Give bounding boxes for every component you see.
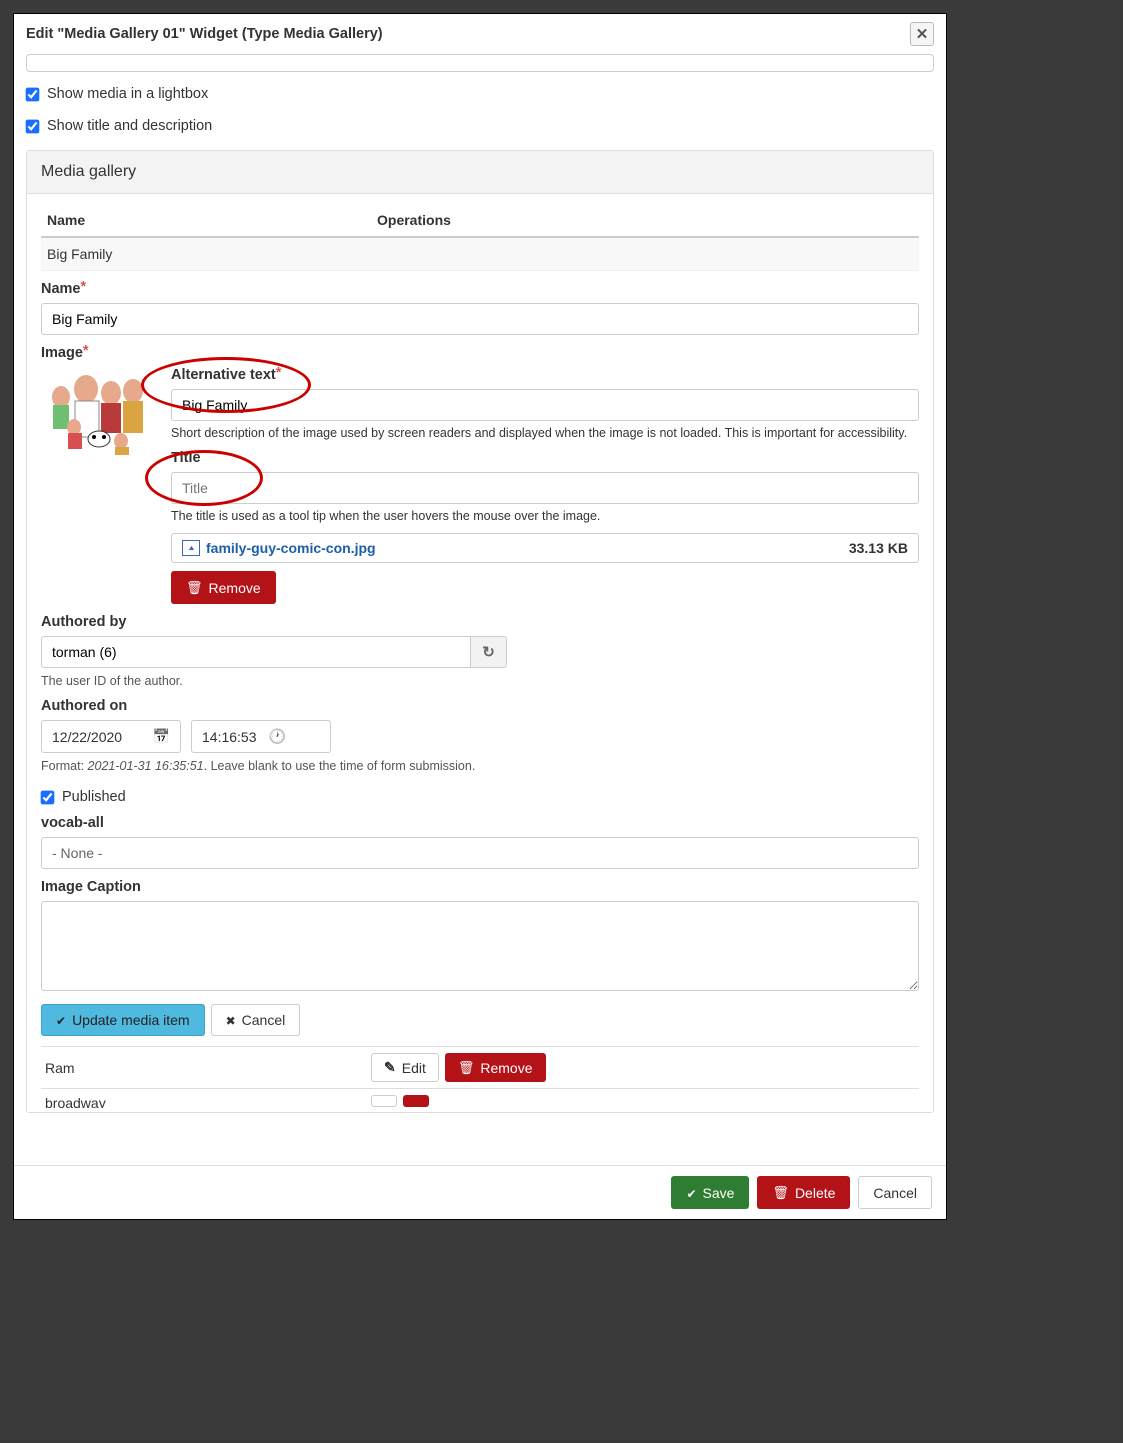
- name-input[interactable]: [41, 303, 919, 335]
- authoredby-label: Authored by: [41, 614, 919, 630]
- remove-button[interactable]: [403, 1095, 429, 1107]
- col-name: Name: [41, 204, 371, 236]
- image-row: Alternative text* Short description of t…: [41, 367, 919, 604]
- authoredon-label: Authored on: [41, 698, 919, 714]
- save-button[interactable]: Save: [671, 1176, 749, 1209]
- caption-textarea[interactable]: [41, 901, 919, 991]
- panel-body: Name Operations Big Family Name* Image*: [27, 194, 933, 1112]
- close-button[interactable]: ✕: [910, 22, 934, 46]
- required-icon: *: [276, 365, 282, 381]
- remove-file-button[interactable]: Remove: [171, 571, 276, 604]
- item-name: broadway: [41, 1095, 371, 1108]
- published-label: Published: [62, 789, 126, 805]
- authoredby-input[interactable]: [41, 636, 471, 668]
- titledesc-label: Show title and description: [47, 118, 212, 134]
- remove-button[interactable]: Remove: [445, 1053, 546, 1082]
- titledesc-checkbox[interactable]: [26, 119, 40, 133]
- modal-dialog: Edit "Media Gallery 01" Widget (Type Med…: [13, 13, 947, 1220]
- edit-button[interactable]: [371, 1095, 397, 1107]
- delete-button[interactable]: Delete: [757, 1176, 850, 1209]
- required-icon: *: [81, 279, 87, 295]
- authoredby-row: [41, 636, 919, 668]
- published-checkbox[interactable]: [41, 790, 55, 804]
- lightbox-label: Show media in a lightbox: [47, 86, 208, 102]
- file-size: 33.13 KB: [849, 540, 908, 556]
- vocab-label: vocab-all: [41, 815, 919, 831]
- refresh-icon: [482, 643, 495, 661]
- panel-title: Media gallery: [27, 151, 933, 194]
- option-titledesc: Show title and description: [26, 118, 934, 134]
- check-icon: [686, 1185, 696, 1201]
- image-fields: Alternative text* Short description of t…: [171, 367, 919, 604]
- cancel-button[interactable]: Cancel: [858, 1176, 932, 1209]
- calendar-icon: [153, 728, 170, 745]
- image-label: Image*: [41, 345, 919, 361]
- required-icon: *: [83, 343, 89, 359]
- list-item: Ram Edit Remove: [41, 1046, 919, 1088]
- option-lightbox: Show media in a lightbox: [26, 86, 934, 102]
- modal-footer: Save Delete Cancel: [14, 1165, 946, 1219]
- list-item: broadway: [41, 1088, 919, 1108]
- truncated-field: [26, 54, 934, 72]
- modal-header: Edit "Media Gallery 01" Widget (Type Med…: [14, 14, 946, 54]
- refresh-button[interactable]: [471, 636, 507, 668]
- row-name: Big Family: [41, 238, 371, 270]
- table-row: Big Family: [41, 238, 919, 271]
- clock-icon: [269, 728, 286, 745]
- authoredby-help: The user ID of the author.: [41, 674, 919, 688]
- alt-help: Short description of the image used by s…: [171, 426, 919, 440]
- format-help: Format: 2021-01-31 16:35:51. Leave blank…: [41, 759, 919, 773]
- action-row: Update media item Cancel: [41, 1004, 919, 1036]
- title-help: The title is used as a tool tip when the…: [171, 509, 919, 523]
- x-icon: [226, 1012, 236, 1028]
- modal-title: Edit "Media Gallery 01" Widget (Type Med…: [26, 26, 383, 42]
- item-name: Ram: [41, 1060, 371, 1076]
- image-file-icon: [182, 540, 200, 556]
- thumbnail-svg: [41, 367, 151, 457]
- row-ops: [371, 238, 919, 270]
- datetime-row: 12/22/2020 14:16:53: [41, 720, 919, 753]
- date-input[interactable]: 12/22/2020: [41, 720, 181, 753]
- check-icon: [56, 1012, 66, 1028]
- modal-body[interactable]: Show media in a lightbox Show title and …: [14, 54, 946, 1165]
- edit-button[interactable]: Edit: [371, 1053, 439, 1082]
- time-value: 14:16:53: [202, 729, 257, 745]
- table-header: Name Operations: [41, 204, 919, 238]
- close-icon: ✕: [916, 25, 929, 43]
- lightbox-checkbox[interactable]: [26, 87, 40, 101]
- title-input[interactable]: [171, 472, 919, 504]
- vocab-select[interactable]: - None -: [41, 837, 919, 869]
- trash-icon: [772, 1184, 789, 1201]
- date-value: 12/22/2020: [52, 729, 122, 745]
- caption-label: Image Caption: [41, 879, 919, 895]
- file-link[interactable]: family-guy-comic-con.jpg: [206, 540, 376, 556]
- trash-icon: [458, 1059, 475, 1076]
- trash-icon: [186, 579, 203, 596]
- title-label: Title: [171, 450, 919, 466]
- media-gallery-panel: Media gallery Name Operations Big Family…: [26, 150, 934, 1113]
- pencil-icon: [384, 1059, 396, 1076]
- time-input[interactable]: 14:16:53: [191, 720, 331, 753]
- alt-label: Alternative text*: [171, 367, 919, 383]
- col-ops: Operations: [371, 204, 919, 236]
- published-row: Published: [41, 789, 919, 805]
- cancel-inline-button[interactable]: Cancel: [211, 1004, 301, 1036]
- alt-input[interactable]: [171, 389, 919, 421]
- image-thumbnail: [41, 367, 171, 604]
- update-button[interactable]: Update media item: [41, 1004, 205, 1036]
- file-box: family-guy-comic-con.jpg 33.13 KB: [171, 533, 919, 563]
- name-label: Name*: [41, 281, 919, 297]
